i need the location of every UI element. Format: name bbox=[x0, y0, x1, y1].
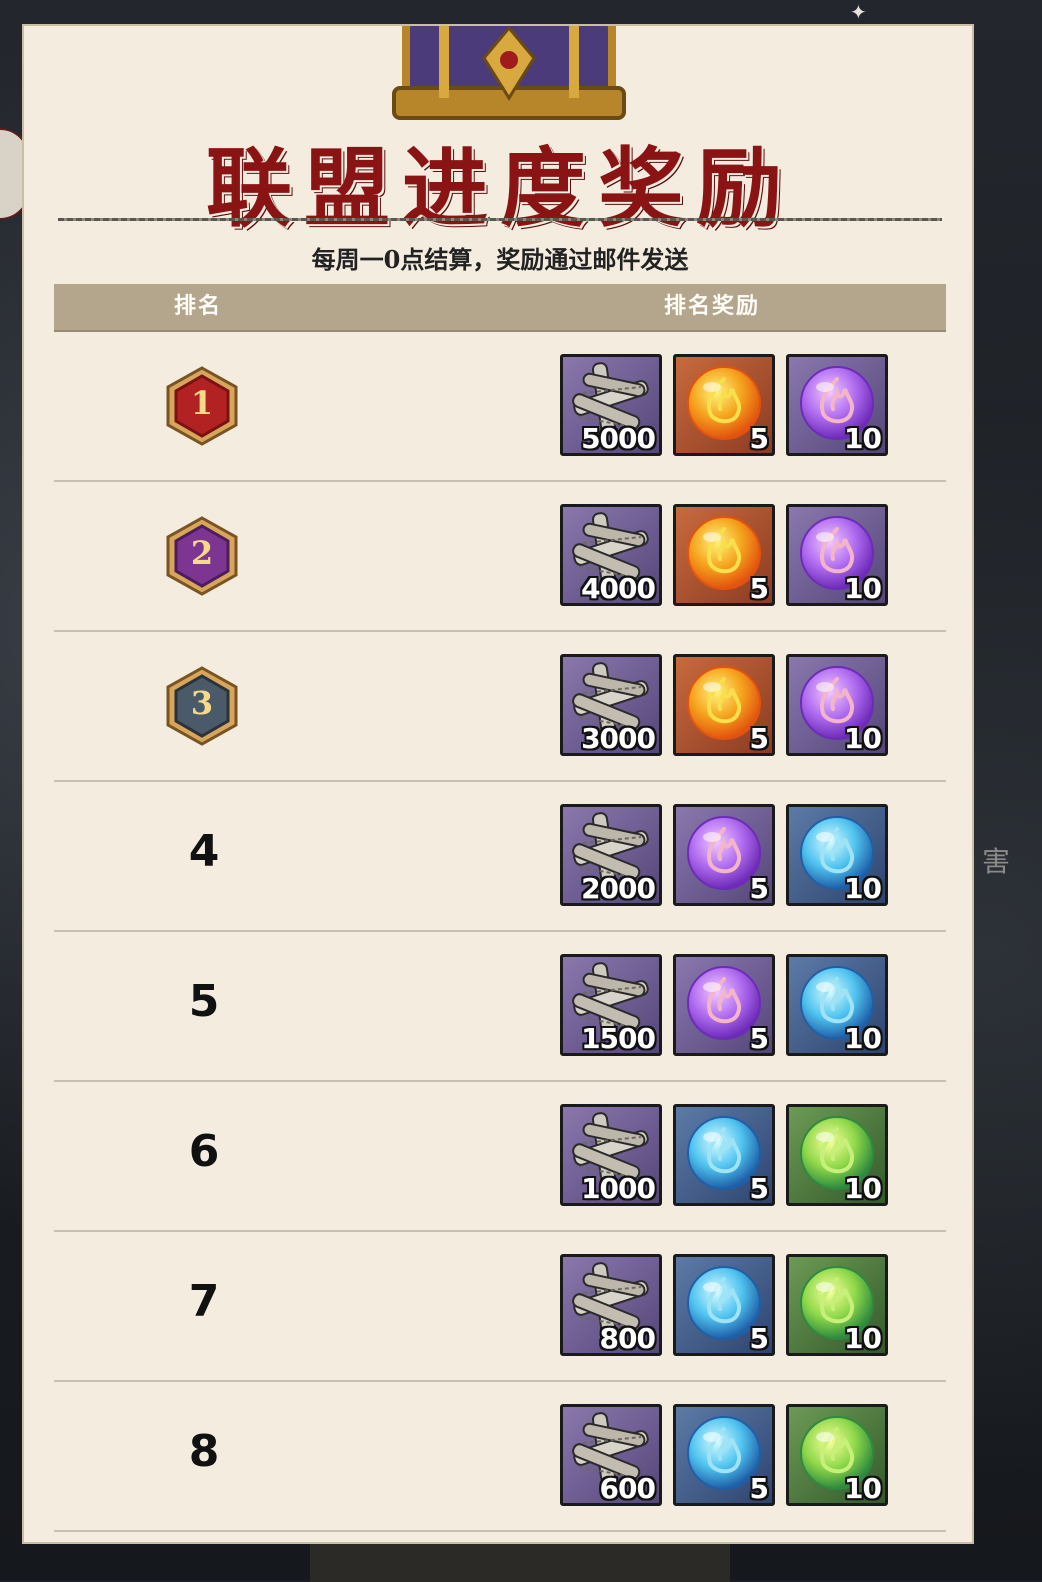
reward-item[interactable]: 10 bbox=[786, 654, 888, 756]
page-title: 联盟进度奖励 bbox=[206, 138, 794, 239]
ranking-row: 5 1500 5 10 bbox=[54, 932, 946, 1082]
reward-item[interactable]: 10 bbox=[786, 804, 888, 906]
rank-number: 1 bbox=[190, 384, 214, 422]
bottom-panel-edge bbox=[310, 1540, 730, 1582]
reward-quantity: 3000 bbox=[581, 722, 656, 755]
reward-quantity: 1000 bbox=[581, 1172, 656, 1205]
reward-quantity: 10 bbox=[844, 722, 882, 755]
reward-item[interactable]: 5 bbox=[673, 954, 775, 1056]
reward-quantity: 5 bbox=[749, 1022, 770, 1055]
reward-quantity: 5 bbox=[749, 1172, 770, 1205]
rank-number: 6 bbox=[188, 1126, 220, 1177]
treasure-chest-icon bbox=[392, 26, 626, 120]
ranking-row: 4 2000 5 10 bbox=[54, 782, 946, 932]
rank-number: 5 bbox=[188, 976, 220, 1027]
reward-quantity: 5 bbox=[749, 872, 770, 905]
background-text: 害 bbox=[982, 845, 1011, 878]
reward-item[interactable]: 3000 bbox=[560, 654, 662, 756]
reward-item[interactable]: 5 bbox=[673, 1404, 775, 1506]
title-divider bbox=[58, 218, 942, 221]
reward-item[interactable]: 5 bbox=[673, 654, 775, 756]
reward-quantity: 10 bbox=[844, 1172, 882, 1205]
reward-item[interactable]: 10 bbox=[786, 954, 888, 1056]
reward-item[interactable]: 10 bbox=[786, 1104, 888, 1206]
reward-item[interactable]: 5 bbox=[673, 1254, 775, 1356]
reward-item[interactable]: 10 bbox=[786, 504, 888, 606]
ranking-list[interactable]: 1 5000 5 10 2 4000 5 10 3 3000 5 10 4 2000 5 10 5 1500 5 10… bbox=[54, 332, 946, 1532]
reward-quantity: 5000 bbox=[581, 422, 656, 455]
reward-item[interactable]: 5 bbox=[673, 504, 775, 606]
reward-quantity: 1500 bbox=[581, 1022, 656, 1055]
ranking-row: 2 4000 5 10 bbox=[54, 482, 946, 632]
reward-item[interactable]: 5 bbox=[673, 804, 775, 906]
sparkle-icon: ✦ bbox=[850, 0, 867, 24]
column-header-reward: 排名奖励 bbox=[664, 294, 761, 319]
reward-item[interactable]: 2000 bbox=[560, 804, 662, 906]
reward-quantity: 4000 bbox=[581, 572, 656, 605]
reward-item[interactable]: 4000 bbox=[560, 504, 662, 606]
reward-item[interactable]: 10 bbox=[786, 1254, 888, 1356]
ranking-row: 1 5000 5 10 bbox=[54, 332, 946, 482]
rank-number: 2 bbox=[190, 534, 214, 572]
reward-item[interactable]: 1500 bbox=[560, 954, 662, 1056]
rank-number: 8 bbox=[188, 1426, 220, 1477]
ranking-row: 3 3000 5 10 bbox=[54, 632, 946, 782]
reward-item[interactable]: 10 bbox=[786, 1404, 888, 1506]
settlement-note: 每周一0点结算，奖励通过邮件发送 bbox=[311, 245, 689, 274]
table-header: 排名 排名奖励 bbox=[54, 284, 946, 332]
reward-item[interactable]: 1000 bbox=[560, 1104, 662, 1206]
ranking-row: 8 600 5 10 bbox=[54, 1382, 946, 1532]
ranking-row: 6 1000 5 10 bbox=[54, 1082, 946, 1232]
reward-quantity: 5 bbox=[749, 1322, 770, 1355]
reward-quantity: 800 bbox=[599, 1322, 656, 1355]
reward-quantity: 2000 bbox=[581, 872, 656, 905]
reward-quantity: 10 bbox=[844, 872, 882, 905]
reward-quantity: 600 bbox=[599, 1472, 656, 1505]
reward-quantity: 5 bbox=[749, 422, 770, 455]
reward-quantity: 10 bbox=[844, 1322, 882, 1355]
reward-item[interactable]: 5000 bbox=[560, 354, 662, 456]
reward-item[interactable]: 5 bbox=[673, 1104, 775, 1206]
medal-2-icon: 2 bbox=[166, 516, 238, 596]
rank-number: 7 bbox=[188, 1276, 220, 1327]
rank-number: 4 bbox=[188, 826, 220, 877]
reward-item[interactable]: 800 bbox=[560, 1254, 662, 1356]
medal-3-icon: 3 bbox=[166, 666, 238, 746]
reward-quantity: 5 bbox=[749, 1472, 770, 1505]
medal-1-icon: 1 bbox=[166, 366, 238, 446]
reward-item[interactable]: 10 bbox=[786, 354, 888, 456]
reward-quantity: 5 bbox=[749, 572, 770, 605]
reward-quantity: 10 bbox=[844, 1022, 882, 1055]
reward-quantity: 10 bbox=[844, 572, 882, 605]
reward-panel: 联盟进度奖励 每周一0点结算，奖励通过邮件发送 排名 排名奖励 1 5000 5 10… bbox=[22, 24, 974, 1544]
ranking-row: 7 800 5 10 bbox=[54, 1232, 946, 1382]
reward-quantity: 10 bbox=[844, 1472, 882, 1505]
reward-quantity: 10 bbox=[844, 422, 882, 455]
reward-item[interactable]: 600 bbox=[560, 1404, 662, 1506]
reward-quantity: 5 bbox=[749, 722, 770, 755]
reward-item[interactable]: 5 bbox=[673, 354, 775, 456]
column-header-rank: 排名 bbox=[174, 294, 223, 319]
rank-number: 3 bbox=[190, 684, 214, 722]
